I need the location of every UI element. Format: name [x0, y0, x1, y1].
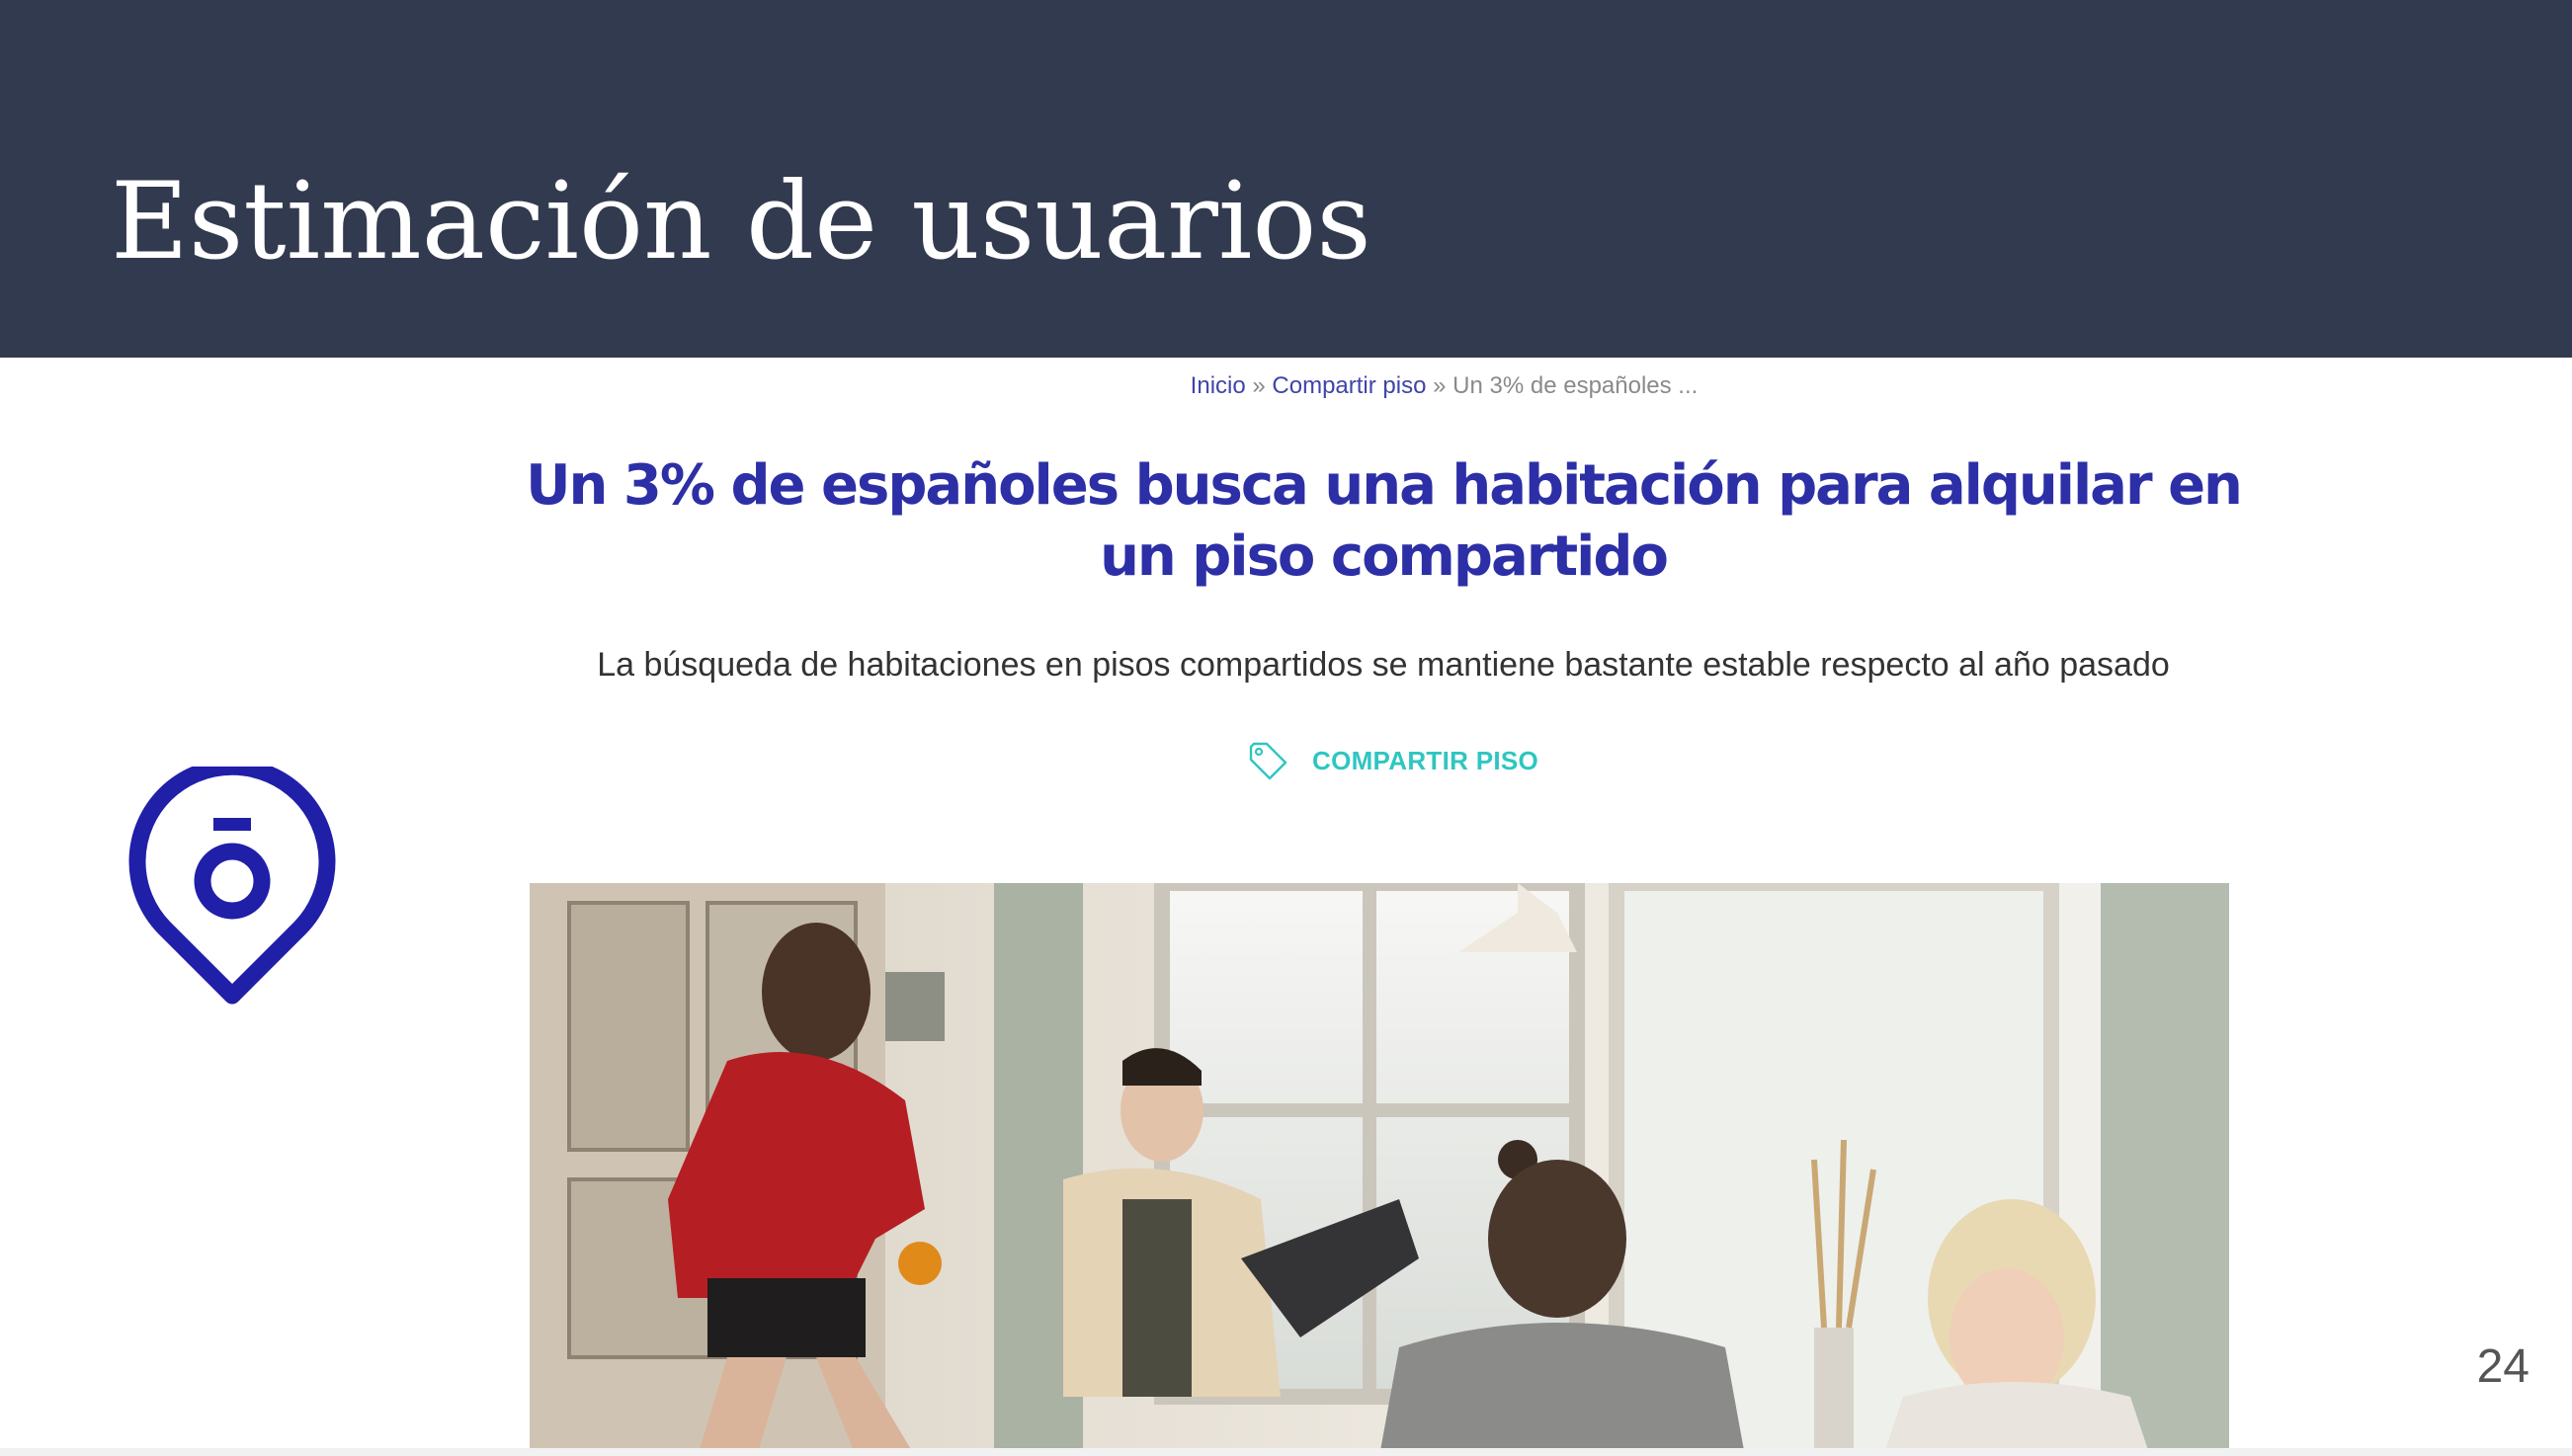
map-pin-logo-icon [128, 767, 336, 1005]
breadcrumb-home-link[interactable]: Inicio [1191, 372, 1246, 399]
article-subtitle: La búsqueda de habitaciones en pisos com… [597, 646, 2170, 684]
breadcrumb-separator: » [1252, 372, 1266, 399]
slide-bottom-divider [0, 1448, 2572, 1456]
breadcrumb-current: Un 3% de españoles ... [1452, 372, 1699, 399]
breadcrumb-section-link[interactable]: Compartir piso [1272, 372, 1426, 399]
article-tag: COMPARTIR PISO [1247, 739, 1538, 782]
slide-header: Estimación de usuarios [0, 0, 2572, 358]
breadcrumb-separator: » [1433, 372, 1447, 399]
slide: Estimación de usuarios Inicio » Comparti… [0, 0, 2572, 1456]
breadcrumb: Inicio » Compartir piso » Un 3% de españ… [158, 369, 2572, 403]
slide-title: Estimación de usuarios [111, 160, 1371, 283]
article-photo [530, 883, 2229, 1456]
page-number: 24 [2476, 1340, 2530, 1393]
tag-compartir-piso-link[interactable]: COMPARTIR PISO [1312, 746, 1538, 776]
tag-icon [1249, 742, 1287, 780]
roommates-kitchen-photo [530, 883, 2229, 1456]
article-title: Un 3% de españoles busca una habitación … [526, 453, 2243, 589]
